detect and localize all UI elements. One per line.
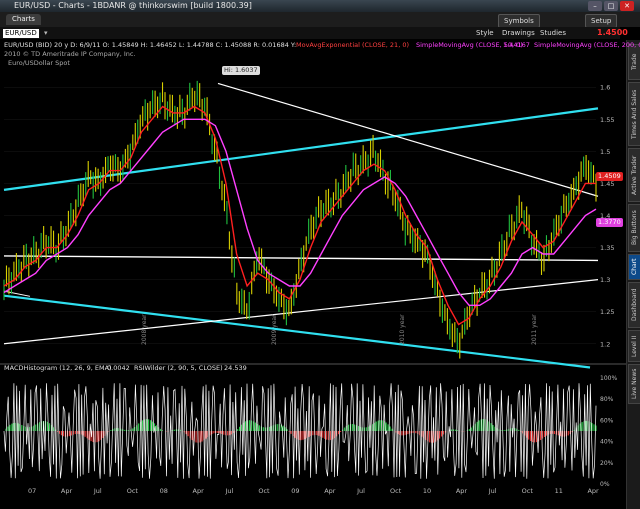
close-icon[interactable]: ✕	[620, 1, 634, 11]
y-tick-label: 1.3	[600, 276, 610, 284]
rsi-level-label: 0%	[600, 481, 610, 488]
rsi-level-label: 60%	[600, 417, 614, 424]
symbols-button[interactable]: Symbols	[498, 14, 540, 28]
x-tick-label: Apr	[587, 487, 599, 495]
x-tick-label: 07	[28, 487, 36, 495]
x-tick-label: Jul	[93, 487, 102, 495]
y-tick-label: 1.5	[600, 148, 610, 156]
drawings-button[interactable]: Drawings	[502, 28, 535, 38]
x-tick-label: Apr	[456, 487, 468, 495]
tab-chart[interactable]: Chart	[628, 254, 640, 280]
high-annotation: Hi: 1.6037	[222, 66, 260, 75]
studies-button[interactable]: Studies	[540, 28, 566, 38]
style-button[interactable]: Style	[476, 28, 494, 38]
macd-value: 0.0042	[107, 364, 130, 372]
window-titlebar: EUR/USD - Charts - 1BDANR @ thinkorswim …	[0, 0, 640, 12]
y-tick-label: 1.25	[600, 308, 614, 316]
x-tick-label: Apr	[324, 487, 336, 495]
price-chart[interactable]: 1.21.251.31.351.41.451.51.551.62008 year…	[0, 40, 626, 509]
price-tag-sma: 1.3770	[596, 218, 623, 227]
rsi-level-label: 80%	[600, 396, 614, 403]
year-marker: 2011 year	[531, 314, 538, 345]
y-tick-label: 1.55	[600, 116, 614, 124]
x-tick-label: Jul	[224, 487, 233, 495]
tab-level-ii[interactable]: Level II	[628, 330, 640, 362]
year-marker: 2008 year	[141, 314, 148, 345]
y-tick-label: 1.6	[600, 84, 610, 92]
spot-label: Euro/USDollar Spot	[8, 59, 70, 67]
minimize-icon[interactable]: –	[588, 1, 602, 11]
window-title: EUR/USD - Charts - 1BDANR @ thinkorswim …	[14, 1, 252, 10]
macd-legend: MACDHistogram (12, 26, 9, EMA)	[4, 364, 112, 372]
rsi-value: 24.539	[224, 364, 247, 372]
rsi-legend: RSIWilder (2, 90, 5, CLOSE)	[134, 364, 223, 372]
x-tick-label: Apr	[193, 487, 205, 495]
dropdown-icon[interactable]: ▾	[44, 28, 48, 38]
y-tick-label: 1.2	[600, 340, 610, 348]
x-tick-label: 11	[555, 487, 563, 495]
rsi-level-label: 20%	[600, 460, 614, 467]
year-marker: 2009 year	[271, 314, 278, 345]
y-tick-label: 1.35	[600, 244, 614, 252]
tab-live-news[interactable]: Live News	[628, 364, 640, 404]
sma200-legend: SimpleMovingAvg (CLOSE, 200, 0)	[534, 41, 640, 49]
tab-row: Charts	[0, 12, 640, 27]
x-tick-label: 09	[291, 487, 299, 495]
x-tick-label: Apr	[61, 487, 73, 495]
y-tick-label: 1.45	[600, 180, 614, 188]
x-tick-label: Jul	[356, 487, 365, 495]
tab-trade[interactable]: Trade	[628, 44, 640, 80]
sma50-value: 1.44167	[503, 41, 530, 49]
maximize-icon[interactable]: □	[604, 1, 618, 11]
tab-dashboard[interactable]: Dashboard	[628, 282, 640, 328]
quote-legend: EUR/USD (BID) 20 y D: 6/9/11 O: 1.45849 …	[4, 41, 297, 49]
x-tick-label: 10	[423, 487, 431, 495]
x-tick-label: Oct	[522, 487, 534, 495]
setup-button[interactable]: Setup	[585, 14, 618, 28]
rsi-level-label: 100%	[600, 375, 617, 382]
tab-active-trader[interactable]: Active Trader	[628, 148, 640, 202]
rsi-level-label: 40%	[600, 439, 614, 446]
tab-times-and-sales[interactable]: Times And Sales	[628, 82, 640, 146]
last-price: 1.4500	[597, 28, 628, 37]
copyright: 2010 © TD Ameritrade IP Company, Inc.	[4, 50, 136, 58]
tab-big-buttons[interactable]: Big Buttons	[628, 204, 640, 252]
x-tick-label: Jul	[488, 487, 497, 495]
x-tick-label: Oct	[390, 487, 402, 495]
x-tick-label: Oct	[127, 487, 139, 495]
x-tick-label: 08	[160, 487, 168, 495]
right-side-tabs: Trade Times And Sales Active Trader Big …	[626, 40, 640, 509]
tab-charts[interactable]: Charts	[6, 14, 41, 25]
symbol-input[interactable]: EUR/USD	[3, 29, 39, 38]
year-marker: 2010 year	[399, 314, 406, 345]
ema21-legend: MovAvgExponential (CLOSE, 21, 0)	[296, 41, 409, 49]
price-tag-red: 1.4509	[596, 172, 623, 181]
x-tick-label: Oct	[258, 487, 270, 495]
